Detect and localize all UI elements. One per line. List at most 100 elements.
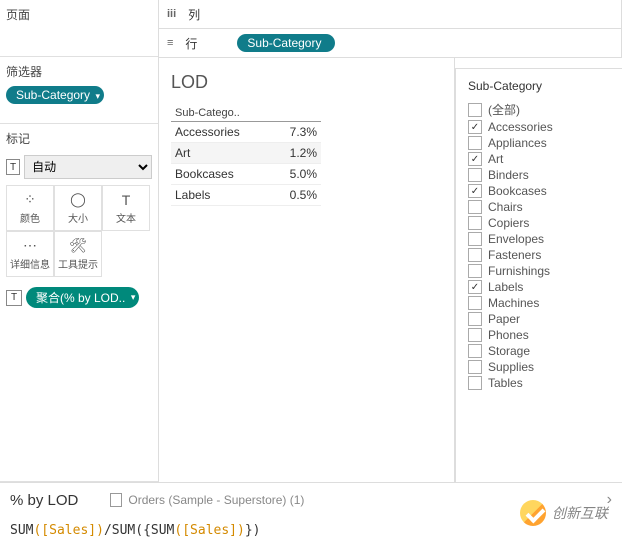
rows-pill-subcategory[interactable]: Sub-Category xyxy=(237,34,335,52)
mark-cell-大小[interactable]: ◯大小 xyxy=(54,185,102,231)
row-name: Labels xyxy=(171,185,272,206)
filter-item[interactable]: Paper xyxy=(468,312,614,326)
checkbox-icon[interactable] xyxy=(468,120,482,134)
caret-down-icon: ▾ xyxy=(96,91,101,102)
checkbox-icon[interactable] xyxy=(468,200,482,214)
filter-item[interactable]: Supplies xyxy=(468,360,614,374)
columns-shelf[interactable]: iii 列 xyxy=(159,0,622,29)
rows-shelf[interactable]: ≡ 行 Sub-Category xyxy=(159,29,622,58)
filter-item[interactable]: Copiers xyxy=(468,216,614,230)
row-name: Accessories xyxy=(171,122,272,143)
checkbox-icon[interactable] xyxy=(468,376,482,390)
filter-list: (全部) Accessories Appliances Art Binders Bookc… xyxy=(468,101,614,390)
mark-cell-工具提示[interactable]: 🛠 工具提示 xyxy=(54,231,102,277)
filter-pill-subcategory[interactable]: Sub-Category ▾ xyxy=(6,86,104,104)
filter-item-label: Copiers xyxy=(488,216,529,230)
filter-item-label: Art xyxy=(488,152,503,166)
checkbox-icon[interactable] xyxy=(468,168,482,182)
checkbox-icon[interactable] xyxy=(468,152,482,166)
filter-item-label: Machines xyxy=(488,296,539,310)
filter-item-label: Bookcases xyxy=(488,184,547,198)
filter-item[interactable]: Chairs xyxy=(468,200,614,214)
filter-item[interactable]: Machines xyxy=(468,296,614,310)
checkbox-icon[interactable] xyxy=(468,328,482,342)
datasource-pill[interactable]: Orders (Sample - Superstore) (1) xyxy=(110,493,304,507)
filter-item[interactable]: Appliances xyxy=(468,136,614,150)
filter-item-label: Envelopes xyxy=(488,232,544,246)
mark-cell-详细信息[interactable]: ⋯详细信息 xyxy=(6,231,54,277)
filter-panel-title: Sub-Category xyxy=(468,79,614,93)
filter-item-label: Supplies xyxy=(488,360,534,374)
checkbox-icon[interactable] xyxy=(468,264,482,278)
filter-pill-label: Sub-Category xyxy=(16,88,90,102)
row-value: 1.2% xyxy=(272,143,321,164)
table-row[interactable]: Art1.2% xyxy=(171,143,321,164)
mark-type-select[interactable]: 自动 xyxy=(24,155,152,179)
filter-item-label: Fasteners xyxy=(488,248,541,262)
calc-name[interactable]: % by LOD xyxy=(10,492,98,509)
watermark: 创新互联 xyxy=(520,500,608,526)
filter-item[interactable]: Labels xyxy=(468,280,614,294)
checkbox-icon[interactable] xyxy=(468,312,482,326)
row-value: 7.3% xyxy=(272,122,321,143)
filters-title: 筛选器 xyxy=(6,61,152,82)
lod-open: ({ xyxy=(135,523,151,538)
filter-item-label: Tables xyxy=(488,376,523,390)
filter-item[interactable]: Phones xyxy=(468,328,614,342)
filter-item[interactable]: Binders xyxy=(468,168,614,182)
pages-title: 页面 xyxy=(6,4,152,25)
checkbox-icon[interactable] xyxy=(468,344,482,358)
table-row[interactable]: Accessories7.3% xyxy=(171,122,321,143)
op-divide: / xyxy=(104,523,112,538)
table-row[interactable]: Labels0.5% xyxy=(171,185,321,206)
viz-title: LOD xyxy=(171,72,442,93)
checkbox-icon[interactable] xyxy=(468,103,482,117)
watermark-icon xyxy=(520,500,546,526)
mark-label: 文本 xyxy=(116,210,136,225)
table-row[interactable]: Bookcases5.0% xyxy=(171,164,321,185)
row-value: 5.0% xyxy=(272,164,321,185)
filter-item[interactable]: (全部) xyxy=(468,101,614,118)
lod-close: }) xyxy=(245,523,261,538)
checkbox-icon[interactable] xyxy=(468,248,482,262)
filter-item-label: Furnishings xyxy=(488,264,550,278)
filter-item[interactable]: Art xyxy=(468,152,614,166)
filter-panel: Sub-Category (全部) Accessories Appliances Ar… xyxy=(455,68,622,482)
mark-icon: ⋯ xyxy=(23,237,37,254)
checkbox-icon[interactable] xyxy=(468,184,482,198)
field-sales: ([Sales]) xyxy=(174,523,244,538)
filter-item[interactable]: Tables xyxy=(468,376,614,390)
checkbox-icon[interactable] xyxy=(468,136,482,150)
mark-icon: ⁘ xyxy=(24,191,36,208)
mark-cell-颜色[interactable]: ⁘颜色 xyxy=(6,185,54,231)
filter-item[interactable]: Fasteners xyxy=(468,248,614,262)
filter-item[interactable]: Envelopes xyxy=(468,232,614,246)
pages-shelf[interactable]: 页面 xyxy=(0,0,158,57)
checkbox-icon[interactable] xyxy=(468,216,482,230)
mark-label: 工具提示 xyxy=(58,256,98,271)
checkbox-icon[interactable] xyxy=(468,296,482,310)
marks-card: 标记 T 自动 ⁘颜色◯大小T文本⋯详细信息🛠工具提示 T 聚合(% by LO… xyxy=(0,124,158,482)
datasource-label: Orders (Sample - Superstore) (1) xyxy=(128,493,304,507)
filter-item[interactable]: Furnishings xyxy=(468,264,614,278)
text-mark-icon: T xyxy=(6,159,20,175)
row-value: 0.5% xyxy=(272,185,321,206)
checkbox-icon[interactable] xyxy=(468,232,482,246)
checkbox-icon[interactable] xyxy=(468,280,482,294)
filter-item[interactable]: Accessories xyxy=(468,120,614,134)
filter-item[interactable]: Bookcases xyxy=(468,184,614,198)
marks-grid: ⁘颜色◯大小T文本 ⋯详细信息 🛠 工具提示 xyxy=(6,185,152,277)
filter-item-label: Storage xyxy=(488,344,530,358)
filters-shelf[interactable]: 筛选器 Sub-Category ▾ xyxy=(0,57,158,124)
mark-icon: 🛠 xyxy=(69,237,87,254)
filter-item-label: Binders xyxy=(488,168,529,182)
mark-cell-文本[interactable]: T文本 xyxy=(102,185,150,231)
checkbox-icon[interactable] xyxy=(468,360,482,374)
filter-item-label: (全部) xyxy=(488,101,520,118)
agg-pill[interactable]: 聚合(% by LOD.. ▾ xyxy=(26,287,139,308)
left-sidebar: 页面 筛选器 Sub-Category ▾ 标记 T 自动 ⁘颜色◯大小T文本⋯… xyxy=(0,0,159,482)
text-encoding-icon: T xyxy=(6,290,22,306)
filter-item[interactable]: Storage xyxy=(468,344,614,358)
rows-label: 行 xyxy=(185,35,225,52)
datasource-icon xyxy=(110,493,122,507)
